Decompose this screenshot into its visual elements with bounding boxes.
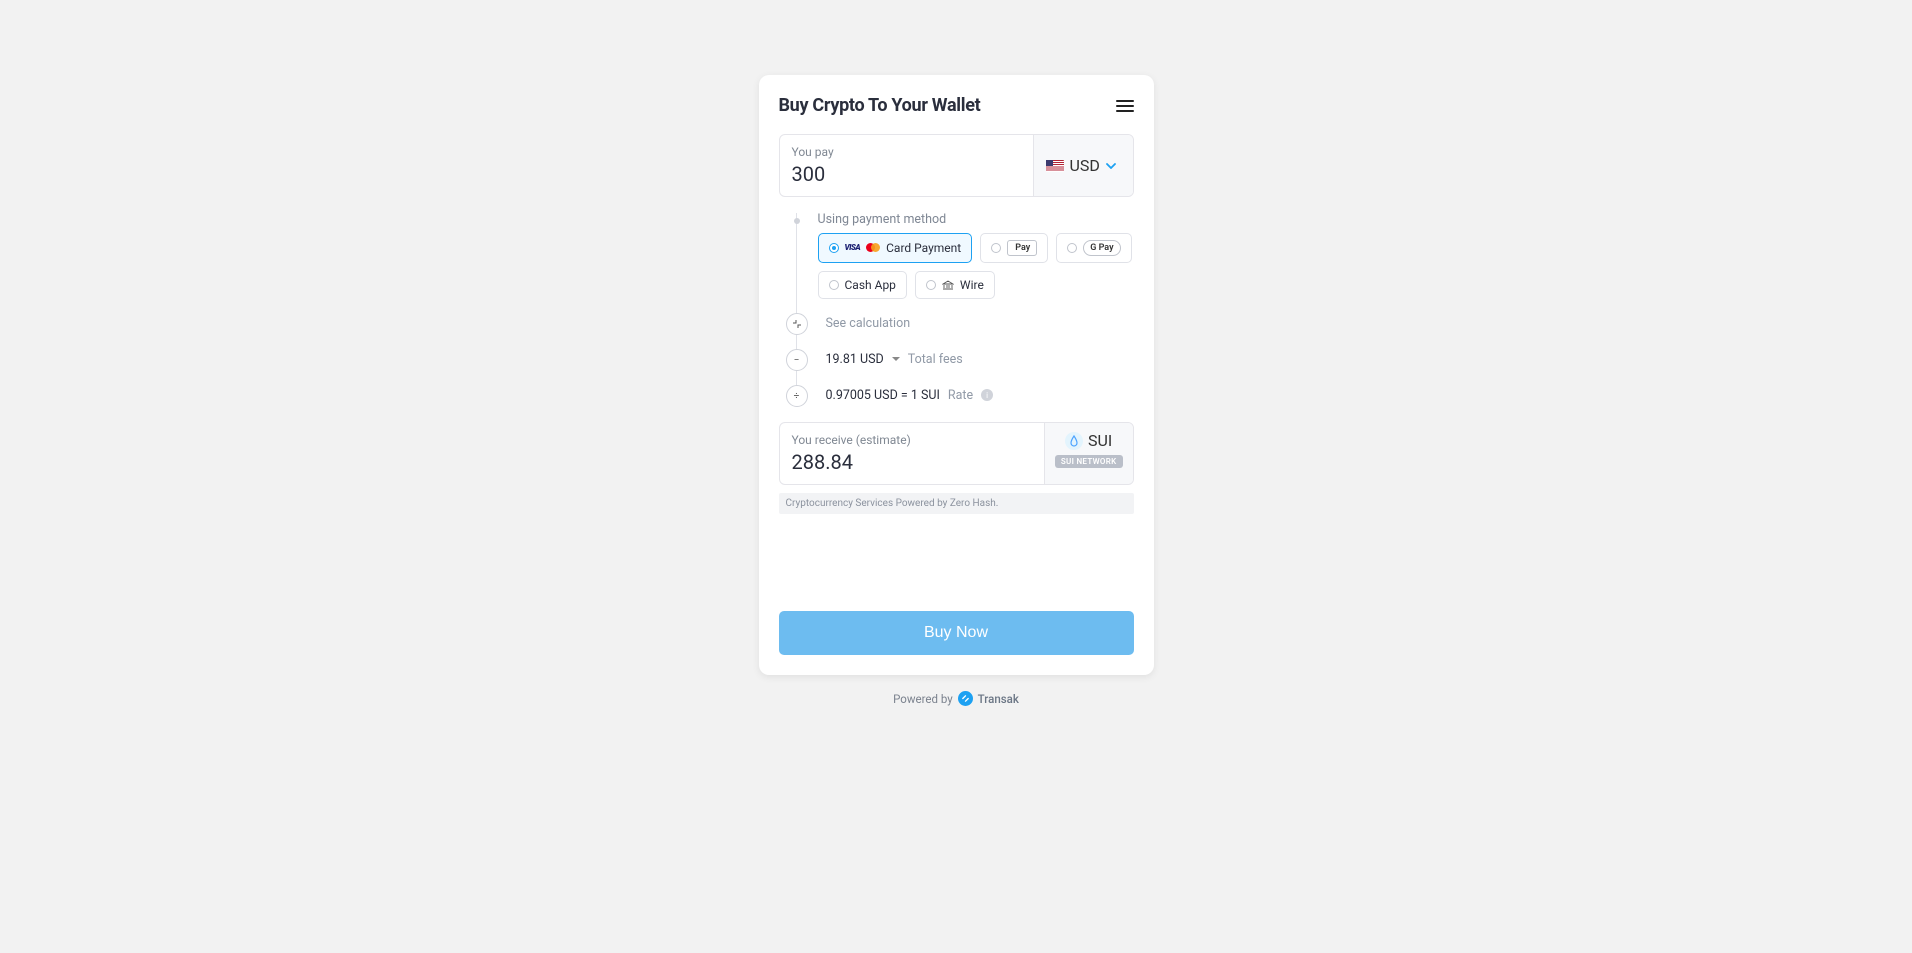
crypto-code: SUI	[1088, 431, 1112, 450]
crypto-network-badge: SUI NETWORK	[1055, 455, 1123, 468]
footer-prefix: Powered by	[893, 692, 953, 706]
you-receive-display: You receive (estimate) 288.84	[780, 423, 1044, 484]
you-pay-label: You pay	[792, 145, 1021, 159]
caret-down-icon	[892, 357, 900, 361]
collapse-icon	[786, 313, 808, 335]
payment-option-card[interactable]: VISA Card Payment	[818, 233, 973, 263]
you-pay-field: You pay 300 USD	[779, 134, 1134, 197]
total-fees-row[interactable]: − 19.81 USD Total fees	[791, 344, 1134, 374]
radio-icon	[829, 243, 839, 253]
payment-option-google-pay[interactable]: G Pay	[1056, 233, 1131, 263]
you-receive-field: You receive (estimate) 288.84 SUI SUI NE…	[779, 422, 1134, 485]
buy-now-button[interactable]: Buy Now	[779, 611, 1134, 655]
rate-row: ÷ 0.97005 USD = 1 SUI Rate i	[791, 380, 1134, 410]
sui-icon	[1065, 432, 1083, 450]
menu-icon[interactable]	[1116, 100, 1134, 112]
widget-title: Buy Crypto To Your Wallet	[779, 95, 981, 116]
divide-icon: ÷	[786, 385, 808, 407]
payment-option-cash-app[interactable]: Cash App	[818, 271, 907, 299]
flag-us-icon	[1046, 160, 1064, 172]
transak-icon	[958, 691, 973, 706]
disclaimer-text: Cryptocurrency Services Powered by Zero …	[779, 493, 1134, 514]
payment-method-label: Using payment method	[818, 212, 1134, 227]
payment-option-cash-app-label: Cash App	[845, 278, 896, 292]
radio-icon	[829, 280, 839, 290]
rate-text: 0.97005 USD = 1 SUI	[826, 388, 940, 403]
buy-crypto-widget: Buy Crypto To Your Wallet You pay 300 US…	[759, 75, 1154, 675]
you-receive-label: You receive (estimate)	[792, 433, 1032, 447]
calculation-timeline: Using payment method VISA Card Payment P…	[791, 209, 1134, 410]
payment-option-apple-pay[interactable]: Pay	[980, 233, 1048, 263]
payment-method-row: Using payment method VISA Card Payment P…	[791, 209, 1134, 302]
radio-icon	[926, 280, 936, 290]
visa-icon: VISA	[845, 244, 861, 252]
see-calculation-row[interactable]: See calculation	[791, 308, 1134, 338]
radio-icon	[991, 243, 1001, 253]
rate-label: Rate	[948, 388, 973, 403]
currency-code: USD	[1070, 156, 1100, 175]
you-pay-amount: 300	[792, 162, 1021, 186]
minus-icon: −	[786, 349, 808, 371]
see-calculation-label: See calculation	[826, 316, 911, 331]
payment-methods-group: VISA Card Payment Pay G Pay	[818, 233, 1134, 299]
powered-by-footer: Powered by Transak	[893, 691, 1019, 706]
chevron-down-icon	[1106, 161, 1116, 171]
fees-label: Total fees	[908, 352, 963, 367]
payment-option-card-label: Card Payment	[886, 241, 961, 255]
apple-pay-icon: Pay	[1007, 240, 1037, 256]
timeline-dot-icon	[794, 218, 800, 224]
widget-header: Buy Crypto To Your Wallet	[779, 95, 1134, 116]
crypto-selector[interactable]: SUI SUI NETWORK	[1044, 423, 1133, 484]
info-icon[interactable]: i	[981, 389, 993, 401]
mastercard-icon	[866, 243, 880, 253]
radio-icon	[1067, 243, 1077, 253]
currency-selector[interactable]: USD	[1033, 135, 1133, 196]
you-pay-input-area[interactable]: You pay 300	[780, 135, 1033, 196]
fees-amount: 19.81 USD	[826, 352, 884, 367]
google-pay-icon: G Pay	[1083, 240, 1120, 256]
payment-option-wire[interactable]: Wire	[915, 271, 995, 299]
payment-option-wire-label: Wire	[960, 278, 984, 292]
bank-icon	[942, 280, 954, 290]
footer-brand: Transak	[978, 692, 1019, 706]
you-receive-amount: 288.84	[792, 450, 1032, 474]
